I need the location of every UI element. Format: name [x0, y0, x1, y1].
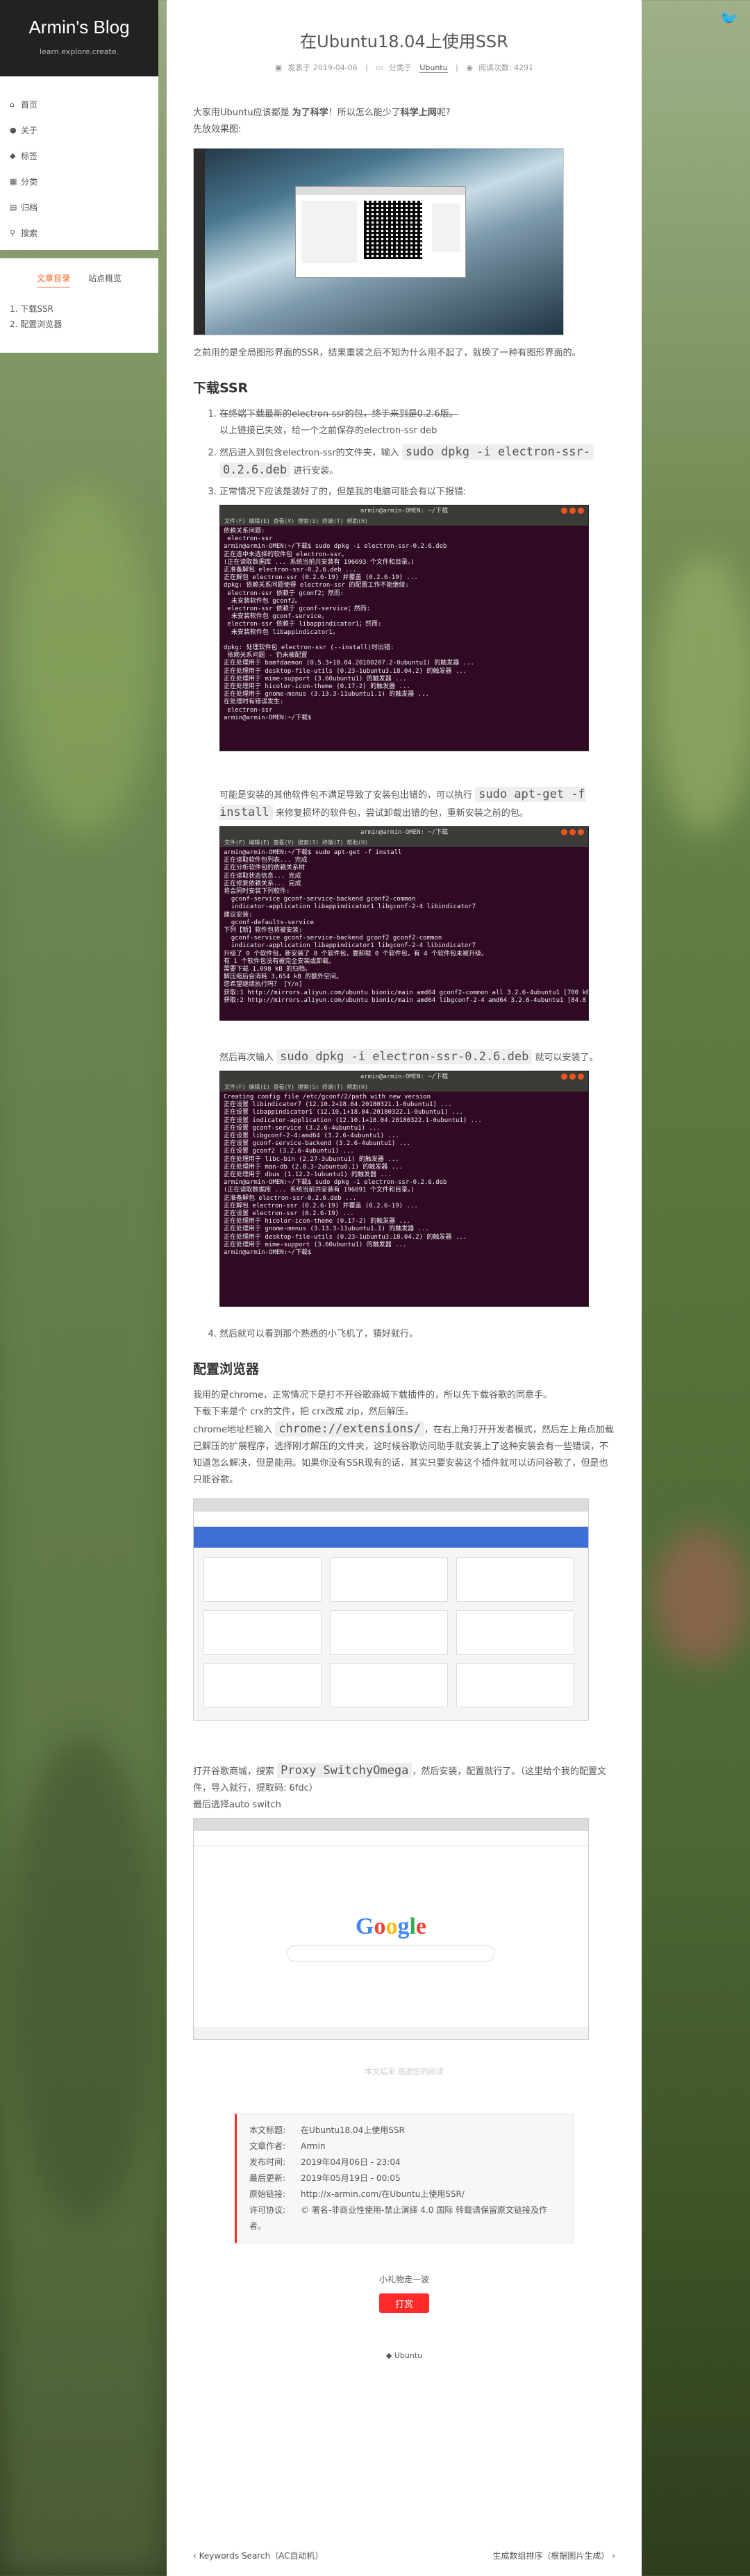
site-nav: ⌂ 首页 ● 关于 ◆ 标签 ▦ 分类 ▤ 归档 ⚲ 搜索: [0, 76, 158, 250]
copyright-row: 文章作者: Armin: [249, 2141, 326, 2151]
nav-label: 分类: [21, 177, 38, 187]
nav-label: 标签: [21, 151, 38, 161]
tag-link[interactable]: Ubuntu: [394, 2351, 422, 2360]
nav-label: 归档: [21, 203, 38, 212]
proxy-para: 打开谷歌商城，搜索 Proxy SwitchyOmega ，然后安装，配置就行了。…: [193, 1763, 606, 1793]
step-3: 正常情况下应该是装好了的，但是我的电脑可能会有以下报错: armin@armin…: [219, 484, 615, 1307]
toc-item-download[interactable]: 1. 下载SSR: [10, 301, 158, 317]
browser-para-1: 我用的是chrome，正常情况下是打不开谷歌商城下载插件的，所以先下载谷歌的同意…: [193, 1390, 553, 1400]
prev-post-link[interactable]: ‹ Keywords Search（AC自动机）: [193, 2550, 324, 2561]
home-icon: ⌂: [10, 100, 15, 109]
copyright-row: 许可协议: © 署名-非商业性使用-禁止演绎 4.0 国际 转载请保留原文链接及作…: [249, 2205, 548, 2231]
post-tags: ◆ Ubuntu: [193, 2348, 615, 2364]
tags-icon: ◆: [10, 151, 16, 160]
nav-item-about[interactable]: ● 关于: [0, 117, 158, 143]
th-icon: ▦: [10, 177, 17, 186]
search-icon: ⚲: [10, 228, 16, 237]
nav-item-categories[interactable]: ▦ 分类: [0, 169, 158, 194]
cc-icon: ©: [301, 2205, 309, 2215]
section-heading-download: 下载SSR: [193, 380, 249, 396]
tag-icon: ◆: [385, 2351, 392, 2360]
chrome-extensions-screenshot: [193, 1498, 589, 1721]
terminal-screenshot-1: armin@armin-OMEN: ~/下载 文件(F) 编辑(E) 查看(V)…: [219, 505, 589, 751]
intro-line-2: 先放效果图:: [193, 124, 242, 135]
category-prefix: 分类于: [388, 63, 412, 72]
reading-count: 阅读次数: 4291: [478, 63, 534, 72]
nav-label: 关于: [21, 126, 38, 135]
post-date: 发表于 2019-04-06: [288, 63, 358, 72]
section-heading-browser: 配置浏览器: [193, 1362, 260, 1377]
category-link[interactable]: Ubuntu: [419, 63, 448, 73]
share-icon[interactable]: 🐦: [715, 8, 743, 31]
reward-button[interactable]: 打赏: [379, 2293, 429, 2313]
qr-code: [364, 201, 422, 259]
site-subtitle: learn.explore.create.: [39, 47, 119, 56]
terminal-screenshot-2: armin@armin-OMEN: ~/下载 文件(F) 编辑(E) 查看(V)…: [219, 826, 589, 1021]
user-icon: ●: [10, 126, 17, 135]
copyright-row: 最后更新: 2019年05月19日 - 00:05: [249, 2173, 401, 2183]
google-logo: Google: [356, 1914, 426, 1939]
post-meta: ▣ 发表于 2019-04-06 | ▭ 分类于 Ubuntu | ◉ 阅读次数: 4…: [274, 63, 534, 73]
post-pager: ‹ Keywords Search（AC自动机） 生成数组排序（根据图片生成） …: [193, 2550, 615, 2561]
sidebar-toc-panel: 文章目录 站点概览 1. 下载SSR 2. 配置浏览器: [0, 258, 158, 353]
google-homepage-screenshot: Google: [193, 1818, 589, 2040]
calendar-icon: ▣: [274, 63, 283, 72]
browser-para-2: 下载下来是个 crx的文件，把 crx改成 zip，然后解压。: [193, 1407, 414, 1417]
site-brand[interactable]: Armin's Blog learn.explore.create.: [0, 0, 158, 76]
tab-toc[interactable]: 文章目录: [36, 272, 70, 287]
archive-icon: ▤: [10, 203, 17, 212]
copyright-box: 本文标题: 在Ubuntu18.04上使用SSR 文章作者: Armin 发布时间:…: [235, 2114, 574, 2243]
step-1: 在终端下载最新的electron-ssr的包，终于来到是0.2.6版。以上链接已…: [219, 406, 615, 440]
nav-label: 首页: [21, 100, 38, 110]
post-title: 在Ubuntu18.04上使用SSR: [300, 32, 508, 51]
nav-item-home[interactable]: ⌂ 首页: [0, 92, 158, 117]
intro-line-1: 大家用Ubuntu应该都是 为了科学！所以怎么能少了科学上网呢?: [193, 108, 451, 118]
tab-overview[interactable]: 站点概览: [88, 272, 122, 287]
after-hero-text: 之前用的是全局图形界面的SSR，结果重装之后不知为什么用不起了，就换了一种有图形…: [193, 348, 581, 358]
reward-text: 小礼物走一波: [378, 2275, 429, 2284]
end-of-post: 本文结束 感谢您的阅读: [365, 2067, 444, 2076]
nav-item-search[interactable]: ⚲ 搜索: [0, 220, 158, 246]
nav-item-archives[interactable]: ▤ 归档: [0, 194, 158, 220]
proxy-para-2: 最后选择auto switch: [193, 1800, 281, 1810]
browser-para-3: chrome地址栏输入 chrome://extensions/，在右上角打开开…: [193, 1421, 614, 1485]
nav-item-tags[interactable]: ◆ 标签: [0, 143, 158, 169]
install-steps: 在终端下载最新的electron-ssr的包，终于来到是0.2.6版。以上链接已…: [193, 406, 615, 1343]
step-4: 然后就可以看到那个熟悉的小飞机了，猜好就行。: [219, 1326, 615, 1343]
site-title[interactable]: Armin's Blog: [0, 15, 158, 39]
copyright-row: 发布时间: 2019年04月06日 - 23:04: [249, 2157, 401, 2167]
hero-screenshot: [193, 148, 564, 335]
post-card: 在Ubuntu18.04上使用SSR ▣ 发表于 2019-04-06 | ▭ 分类…: [167, 0, 642, 2576]
ssr-window: [295, 186, 466, 278]
folder-icon: ▭: [376, 63, 383, 72]
terminal-screenshot-3: armin@armin-OMEN: ~/下载 文件(F) 编辑(E) 查看(V)…: [219, 1071, 589, 1307]
copyright-row[interactable]: 原始链接: http://x-armin.com/在Ubuntu上使用SSR/: [249, 2186, 560, 2202]
nav-label: 搜索: [21, 228, 38, 238]
toc-item-browser[interactable]: 2. 配置浏览器: [10, 317, 158, 332]
reward-section: 小礼物走一波 打赏: [193, 2271, 615, 2313]
copyright-row: 本文标题: 在Ubuntu18.04上使用SSR: [249, 2125, 405, 2135]
eye-icon: ◉: [466, 63, 473, 72]
step-2: 然后进入到包含electron-ssr的文件夹，输入 sudo dpkg -i …: [219, 444, 615, 480]
next-post-link[interactable]: 生成数组排序（根据图片生成） ›: [492, 2550, 615, 2561]
